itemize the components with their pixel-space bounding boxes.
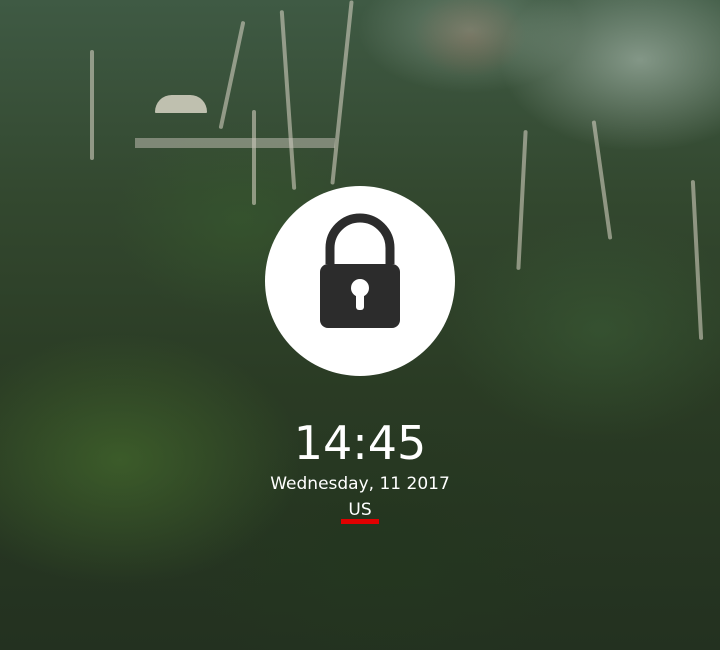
tree-trunk xyxy=(591,120,613,240)
padlock-icon xyxy=(320,213,400,328)
tree-trunk xyxy=(690,180,704,340)
tree-trunk xyxy=(90,50,94,160)
tree-trunk xyxy=(252,110,256,205)
tree-trunk xyxy=(218,20,246,130)
tree-trunk xyxy=(279,10,297,190)
unlock-button[interactable] xyxy=(265,186,455,376)
tree-trunk xyxy=(516,129,528,271)
umbrella xyxy=(155,95,207,113)
date-text: Wednesday, 11 2017 xyxy=(270,474,450,494)
tree-trunk xyxy=(330,0,354,185)
keyboard-layout-underline xyxy=(341,519,379,524)
pavilion-deck xyxy=(135,138,335,148)
clock-time: 14:45 xyxy=(293,416,427,470)
